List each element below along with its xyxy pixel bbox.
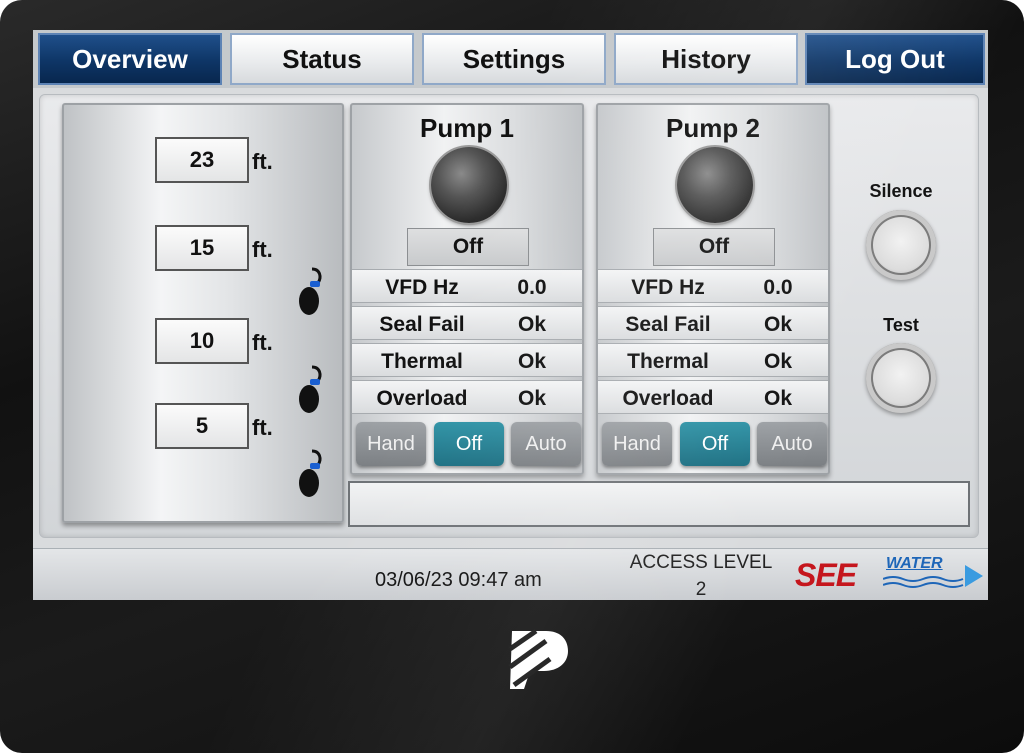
- level-unit-4: ft.: [252, 415, 273, 440]
- pump-row-label: Thermal: [381, 350, 463, 373]
- pump-1-hand-button[interactable]: Hand: [356, 422, 426, 466]
- pump-run-indicator: [431, 147, 507, 223]
- pump-state: Off: [653, 228, 775, 266]
- pump-row-value: Ok: [763, 313, 792, 336]
- device-bezel: Overview Status Settings History Log Out…: [0, 0, 1024, 753]
- pump-run-indicator: [677, 147, 753, 223]
- float-switch-icon: [299, 365, 322, 413]
- pump-title: Pump 1: [420, 113, 514, 143]
- pump-row-label: Overload: [376, 387, 468, 410]
- pump-row-label: Seal Fail: [625, 313, 711, 336]
- pump-row-seal-fail: Seal Fail Ok: [598, 306, 828, 340]
- pump-2-off-button[interactable]: Off: [680, 422, 750, 466]
- pump-title: Pump 2: [666, 113, 760, 143]
- pump-row-label: VFD Hz: [631, 276, 705, 299]
- pump-row-value: Ok: [517, 313, 546, 336]
- logo-see-text: SEE: [795, 557, 857, 593]
- pump-1-auto-button[interactable]: Auto: [511, 422, 581, 466]
- pump-state: Off: [407, 228, 529, 266]
- pump-row-value: Ok: [763, 350, 792, 373]
- tab-history[interactable]: History: [614, 33, 798, 85]
- pump-row-label: Overload: [622, 387, 714, 410]
- tab-status[interactable]: Status: [230, 33, 414, 85]
- nav-bar: Overview Status Settings History Log Out: [33, 30, 988, 88]
- wave-icon: [883, 576, 964, 588]
- level-setpoint-3[interactable]: 10: [155, 318, 249, 364]
- main-panel: 23 ft. 15 ft. 10 ft. 5 ft. Pump 1 Off VF…: [39, 94, 979, 538]
- level-unit-3: ft.: [252, 330, 273, 355]
- pump-row-vfd: VFD Hz 0.0: [598, 269, 828, 303]
- silence-label: Silence: [869, 181, 933, 201]
- alarm-message-bar: [348, 481, 970, 527]
- pump-row-vfd: VFD Hz 0.0: [352, 269, 582, 303]
- access-level-value: 2: [695, 579, 707, 600]
- tab-settings[interactable]: Settings: [422, 33, 606, 85]
- pump-row-seal-fail: Seal Fail Ok: [352, 306, 582, 340]
- brand-logo-icon: [508, 628, 568, 689]
- silence-button[interactable]: [866, 210, 936, 280]
- pump-1-panel: Pump 1 Off VFD Hz 0.0 Seal Fail Ok Therm…: [350, 103, 584, 475]
- status-footer: 03/06/23 09:47 am ACCESS LEVEL 2 SEE WAT…: [33, 548, 988, 600]
- float-switch-icon: [299, 449, 322, 497]
- level-unit-1: ft.: [252, 149, 273, 174]
- pump-1-off-button[interactable]: Off: [434, 422, 504, 466]
- pump-2-panel: Pump 2 Off VFD Hz 0.0 Seal Fail Ok Therm…: [596, 103, 830, 475]
- seewater-logo: SEE WATER: [795, 555, 985, 595]
- pump-2-auto-button[interactable]: Auto: [757, 422, 827, 466]
- pump-row-label: VFD Hz: [385, 276, 459, 299]
- wet-well-panel: 23 ft. 15 ft. 10 ft. 5 ft.: [62, 103, 344, 523]
- pump-row-value: Ok: [763, 387, 792, 410]
- pump-row-thermal: Thermal Ok: [598, 343, 828, 377]
- float-switch-icon: [299, 267, 322, 315]
- pump-row-value: 0.0: [763, 276, 793, 299]
- pump-row-value: Ok: [517, 387, 546, 410]
- access-level-label: ACCESS LEVEL: [629, 552, 773, 573]
- pump-row-label: Thermal: [627, 350, 709, 373]
- pump-row-thermal: Thermal Ok: [352, 343, 582, 377]
- pump-2-hand-button[interactable]: Hand: [602, 422, 672, 466]
- level-unit-2: ft.: [252, 237, 273, 262]
- level-setpoint-4[interactable]: 5: [155, 403, 249, 449]
- pump-row-value: 0.0: [517, 276, 547, 299]
- level-setpoint-1[interactable]: 23: [155, 137, 249, 183]
- test-label: Test: [883, 315, 919, 335]
- play-arrow-icon: [965, 565, 983, 587]
- level-setpoint-2[interactable]: 15: [155, 225, 249, 271]
- datetime-readout: 03/06/23 09:47 am: [375, 569, 542, 591]
- tab-log-out[interactable]: Log Out: [805, 33, 985, 85]
- pump-row-label: Seal Fail: [379, 313, 465, 336]
- logo-water-text: WATER: [886, 555, 943, 572]
- tab-overview[interactable]: Overview: [38, 33, 222, 85]
- test-button[interactable]: [866, 343, 936, 413]
- pump-row-overload: Overload Ok: [598, 380, 828, 414]
- pump-row-overload: Overload Ok: [352, 380, 582, 414]
- hmi-screen: Overview Status Settings History Log Out…: [33, 30, 988, 600]
- pump-row-value: Ok: [517, 350, 546, 373]
